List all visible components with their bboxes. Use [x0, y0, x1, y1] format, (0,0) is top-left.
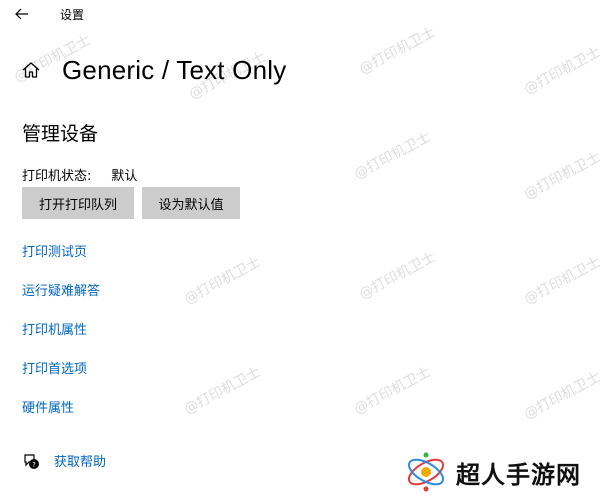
print-test-page-link[interactable]: 打印测试页 [22, 241, 87, 260]
watermark: @打印机卫士 [521, 149, 600, 203]
watermark: @打印机卫士 [521, 369, 600, 423]
watermark: @打印机卫士 [356, 249, 439, 303]
set-default-button[interactable]: 设为默认值 [142, 187, 240, 219]
site-brand: 超人手游网 [404, 450, 581, 494]
printing-preferences-link[interactable]: 打印首选项 [22, 358, 87, 377]
open-print-queue-button[interactable]: 打开打印队列 [22, 187, 134, 219]
section-title: 管理设备 [22, 123, 99, 145]
back-arrow-icon [15, 5, 29, 24]
watermark: @打印机卫士 [356, 24, 439, 78]
home-icon[interactable] [20, 59, 42, 81]
title-bar: 设置 [0, 0, 600, 30]
action-buttons: 打开打印队列 设为默认值 [22, 187, 240, 219]
watermark: @打印机卫士 [521, 254, 600, 308]
run-troubleshooter-link[interactable]: 运行疑难解答 [22, 280, 100, 299]
printer-properties-link[interactable]: 打印机属性 [22, 319, 87, 338]
printer-status-value: 默认 [111, 169, 138, 184]
printer-status: 打印机状态: 默认 [22, 165, 137, 184]
window-title: 设置 [60, 8, 85, 22]
get-help-row[interactable]: ? 获取帮助 [22, 451, 106, 470]
get-help-link[interactable]: 获取帮助 [54, 451, 106, 470]
page-title: Generic / Text Only [62, 54, 287, 85]
printer-status-label: 打印机状态: [22, 169, 92, 184]
chat-help-icon: ? [22, 452, 40, 470]
brand-text: 超人手游网 [456, 460, 581, 489]
svg-text:?: ? [32, 461, 36, 469]
watermark: @打印机卫士 [521, 44, 600, 98]
page-header: Generic / Text Only [20, 52, 286, 88]
watermark: @打印机卫士 [181, 254, 264, 308]
watermark: @打印机卫士 [181, 364, 264, 418]
brand-logo-icon [407, 452, 445, 492]
watermark: @打印机卫士 [351, 129, 434, 183]
back-button[interactable] [8, 2, 36, 26]
hardware-properties-link[interactable]: 硬件属性 [22, 397, 74, 416]
watermark: @打印机卫士 [351, 364, 434, 418]
